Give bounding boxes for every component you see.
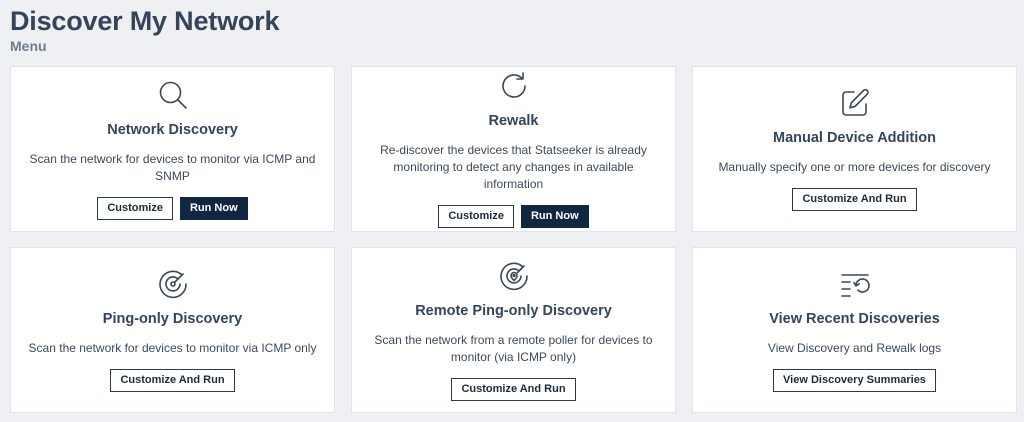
card-description: View Discovery and Rewalk logs bbox=[767, 341, 942, 355]
run-now-button[interactable]: Run Now bbox=[179, 196, 248, 220]
card-title: Manual Device Addition bbox=[772, 130, 936, 146]
page-title: Discover My Network bbox=[10, 6, 280, 36]
card-view-recent-discoveries: View Recent Discoveries View Discovery a… bbox=[692, 247, 1017, 413]
card-network-discovery: Network Discovery Scan the network for d… bbox=[10, 66, 335, 232]
card-description: Manually specify one or more devices for… bbox=[718, 160, 991, 174]
card-remote-ping-only-discovery: Remote Ping-only Discovery Scan the netw… bbox=[351, 247, 676, 413]
card-description: Re-discover the devices that Statseeker … bbox=[380, 143, 647, 191]
card-title: View Recent Discoveries bbox=[769, 311, 940, 327]
customize-and-run-button[interactable]: Customize And Run bbox=[792, 188, 917, 211]
card-actions: Customize And Run bbox=[110, 369, 235, 392]
discovery-menu-grid: Network Discovery Scan the network for d… bbox=[10, 66, 1017, 413]
card-actions: Customize Run Now bbox=[97, 196, 248, 220]
edit-icon bbox=[839, 87, 871, 119]
card-actions: Customize Run Now bbox=[438, 205, 589, 228]
card-description: Scan the network for devices to monitor … bbox=[28, 341, 317, 355]
customize-button[interactable]: Customize bbox=[97, 196, 173, 220]
remote-radar-icon bbox=[498, 260, 530, 292]
card-title: Remote Ping-only Discovery bbox=[415, 302, 612, 319]
search-icon bbox=[157, 79, 189, 111]
radar-icon bbox=[157, 268, 189, 300]
card-description: Scan the network from a remote poller fo… bbox=[374, 332, 653, 364]
customize-button[interactable]: Customize bbox=[438, 205, 514, 228]
card-description: Scan the network for devices to monitor … bbox=[29, 151, 316, 183]
card-title: Rewalk bbox=[488, 113, 539, 129]
card-title: Network Discovery bbox=[107, 121, 238, 138]
run-now-button[interactable]: Run Now bbox=[520, 205, 589, 228]
card-title: Ping-only Discovery bbox=[102, 311, 243, 327]
card-actions: View Discovery Summaries bbox=[773, 369, 936, 392]
card-rewalk: Rewalk Re-discover the devices that Stat… bbox=[351, 66, 676, 232]
refresh-icon bbox=[498, 70, 530, 102]
history-list-icon bbox=[839, 268, 871, 300]
card-actions: Customize And Run bbox=[792, 188, 917, 211]
card-actions: Customize And Run bbox=[451, 377, 576, 401]
customize-and-run-button[interactable]: Customize And Run bbox=[451, 377, 576, 401]
customize-and-run-button[interactable]: Customize And Run bbox=[110, 369, 235, 392]
card-manual-device-addition: Manual Device Addition Manually specify … bbox=[692, 66, 1017, 232]
page-header: Discover My Network Menu bbox=[10, 4, 280, 54]
view-discovery-summaries-button[interactable]: View Discovery Summaries bbox=[773, 369, 936, 392]
card-ping-only-discovery: Ping-only Discovery Scan the network for… bbox=[10, 247, 335, 413]
page-subtitle: Menu bbox=[10, 38, 47, 54]
